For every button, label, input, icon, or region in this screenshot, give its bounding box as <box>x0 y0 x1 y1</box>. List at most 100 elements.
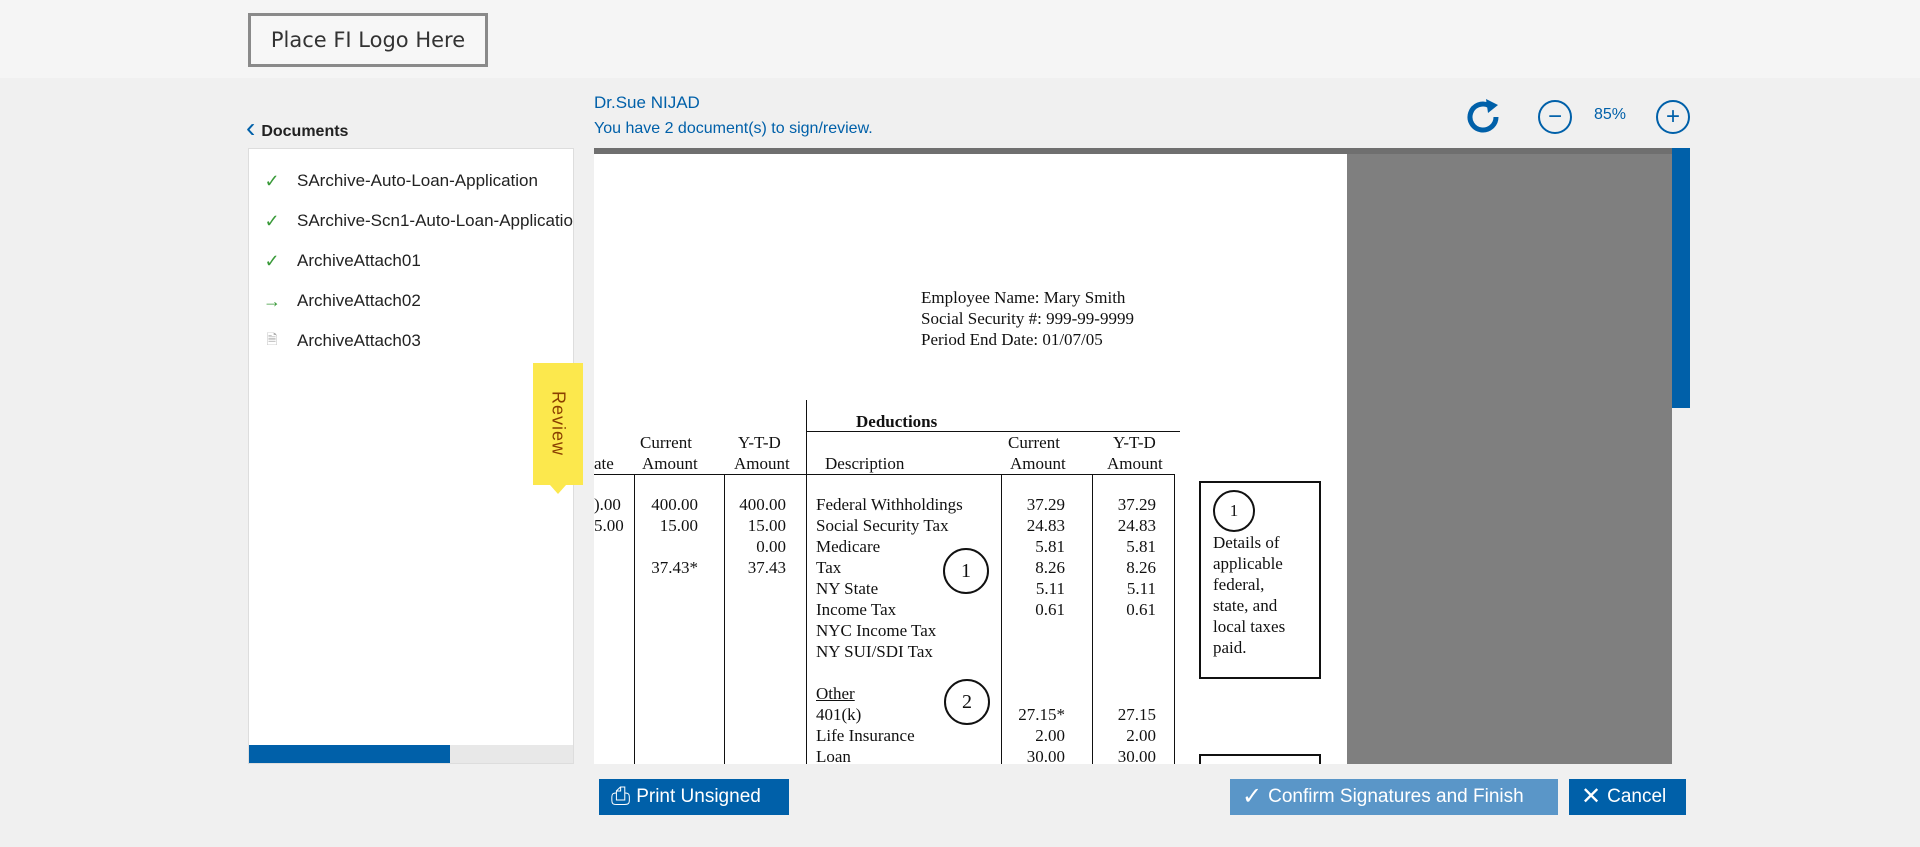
document-label: ArchiveAttach01 <box>297 251 421 270</box>
document-item[interactable]: 🗎 ArchiveAttach03 <box>261 329 421 353</box>
cancel-label: Cancel <box>1607 786 1667 807</box>
deduction-description: NYC Income Tax <box>816 621 937 640</box>
deduction-current: 8.26 <box>1035 558 1065 577</box>
column-header: Amount <box>1010 454 1066 473</box>
callout-text-line: Details of <box>1213 533 1280 552</box>
callout-text-line: state, and <box>1213 596 1278 615</box>
callout-text-line: applicable <box>1213 554 1283 573</box>
divider <box>806 400 807 764</box>
period-end-date: Period End Date: 01/07/05 <box>921 330 1103 349</box>
header-rule <box>594 474 1174 475</box>
column-header: Amount <box>1107 454 1163 473</box>
deduction-description: NY SUI/SDI Tax <box>816 642 933 661</box>
deduction-ytd: 8.26 <box>1126 558 1156 577</box>
column-header: Current <box>1008 433 1060 452</box>
scrollbar-thumb[interactable] <box>1672 148 1690 408</box>
refresh-button[interactable] <box>1462 96 1504 143</box>
column-rule <box>1174 474 1175 764</box>
left-cell: 37.43* <box>651 558 698 577</box>
left-cell: ).00 <box>594 495 621 514</box>
plus-icon: + <box>1665 103 1680 130</box>
documents-header[interactable]: ‹ Documents <box>246 110 348 146</box>
callout-text-line: local taxes <box>1213 617 1286 636</box>
print-unsigned-button[interactable]: ⎙ Print Unsigned <box>599 779 789 815</box>
document-item[interactable]: ✓ SArchive-Scn1-Auto-Loan-Application <box>261 209 573 233</box>
deduction-ytd: 24.83 <box>1117 516 1156 535</box>
document-item[interactable]: ✓ ArchiveAttach01 <box>261 249 421 273</box>
document-label: SArchive-Auto-Loan-Application <box>297 171 538 190</box>
zoom-level: 85% <box>1594 106 1627 123</box>
divider <box>806 431 1180 432</box>
other-current: 30.00 <box>1026 747 1065 764</box>
documents-sidebar: ✓ SArchive-Auto-Loan-Application ✓ SArch… <box>248 148 574 764</box>
column-header: Description <box>825 454 905 473</box>
confirm-signatures-button[interactable]: ✓ Confirm Signatures and Finish <box>1230 779 1558 815</box>
sidebar-progress-bar <box>249 745 573 763</box>
other-ytd: 30.00 <box>1117 747 1156 764</box>
file-icon: 🗎 <box>266 331 278 347</box>
confirm-signatures-label: Confirm Signatures and Finish <box>1268 786 1524 807</box>
deduction-current: 37.29 <box>1026 495 1065 514</box>
deduction-ytd: 37.29 <box>1117 495 1156 514</box>
left-cell: 5.00 <box>594 516 624 535</box>
refresh-icon <box>1467 99 1499 133</box>
other-current: 27.15* <box>1018 705 1065 724</box>
deduction-current: 5.81 <box>1035 537 1065 556</box>
deductions-heading: Deductions <box>856 412 938 431</box>
deduction-description: Tax <box>816 558 842 577</box>
deduction-description: Federal Withholdings <box>816 495 963 514</box>
arrow-right-icon: → <box>263 290 281 311</box>
deduction-current: 0.61 <box>1035 600 1065 619</box>
viewer-scrollbar[interactable] <box>1672 148 1692 764</box>
document-item[interactable]: ✓ SArchive-Auto-Loan-Application <box>261 169 538 193</box>
column-header: Amount <box>642 454 698 473</box>
review-tab-label: Review <box>548 391 569 457</box>
deduction-current: 5.11 <box>1035 579 1065 598</box>
document-label: ArchiveAttach02 <box>297 291 421 310</box>
check-icon: ✓ <box>264 170 280 191</box>
sidebar-progress-fill <box>249 745 450 763</box>
column-header: Amount <box>734 454 790 473</box>
review-tab[interactable]: Review <box>533 363 583 494</box>
user-name: Dr.Sue NIJAD <box>594 93 700 112</box>
column-header: Y-T-D <box>1113 433 1156 452</box>
documents-to-sign-message: You have 2 document(s) to sign/review. <box>594 120 873 137</box>
fi-logo-placeholder: Place FI Logo Here <box>248 13 488 67</box>
document-label: ArchiveAttach03 <box>297 331 421 350</box>
left-cell: 400.00 <box>651 495 698 514</box>
print-unsigned-label: Print Unsigned <box>636 786 761 807</box>
zoom-out-button[interactable]: − <box>1538 100 1572 134</box>
employee-name: Employee Name: Mary Smith <box>921 288 1126 307</box>
other-heading: Other <box>816 684 855 703</box>
callout-marker-1: 1 <box>943 548 989 594</box>
column-header: ate <box>594 454 614 473</box>
callout-box <box>1199 754 1321 764</box>
deduction-description: Social Security Tax <box>816 516 949 535</box>
other-description: Life Insurance <box>816 726 915 745</box>
check-icon: ✓ <box>264 210 280 231</box>
callout-marker-2: 2 <box>944 679 990 725</box>
deduction-ytd: 0.61 <box>1126 600 1156 619</box>
deduction-description: NY State <box>816 579 879 598</box>
left-cell: 0.00 <box>756 537 786 556</box>
cancel-button[interactable]: ✕ Cancel <box>1569 779 1686 815</box>
other-description: Loan <box>816 747 851 764</box>
other-description: 401(k) <box>816 705 862 724</box>
left-cell: 37.43 <box>747 558 786 577</box>
deduction-description: Medicare <box>816 537 881 556</box>
document-item[interactable]: → ArchiveAttach02 <box>261 289 421 313</box>
left-cell: 400.00 <box>739 495 786 514</box>
deduction-description: Income Tax <box>816 600 897 619</box>
deduction-current: 24.83 <box>1026 516 1065 535</box>
document-viewer[interactable]: Employee Name: Mary Smith Social Securit… <box>594 148 1692 764</box>
close-icon: ✕ <box>1581 783 1602 810</box>
chevron-left-icon[interactable]: ‹ <box>246 114 255 142</box>
column-header: Current <box>640 433 692 452</box>
zoom-in-button[interactable]: + <box>1656 100 1690 134</box>
top-bar: Place FI Logo Here <box>0 0 1920 78</box>
printer-icon: ⎙ <box>611 783 631 810</box>
check-icon: ✓ <box>1242 783 1263 810</box>
callout-box: 1 Details of applicable federal, state, … <box>1199 481 1321 679</box>
other-ytd: 2.00 <box>1126 726 1156 745</box>
left-cell: 15.00 <box>747 516 786 535</box>
